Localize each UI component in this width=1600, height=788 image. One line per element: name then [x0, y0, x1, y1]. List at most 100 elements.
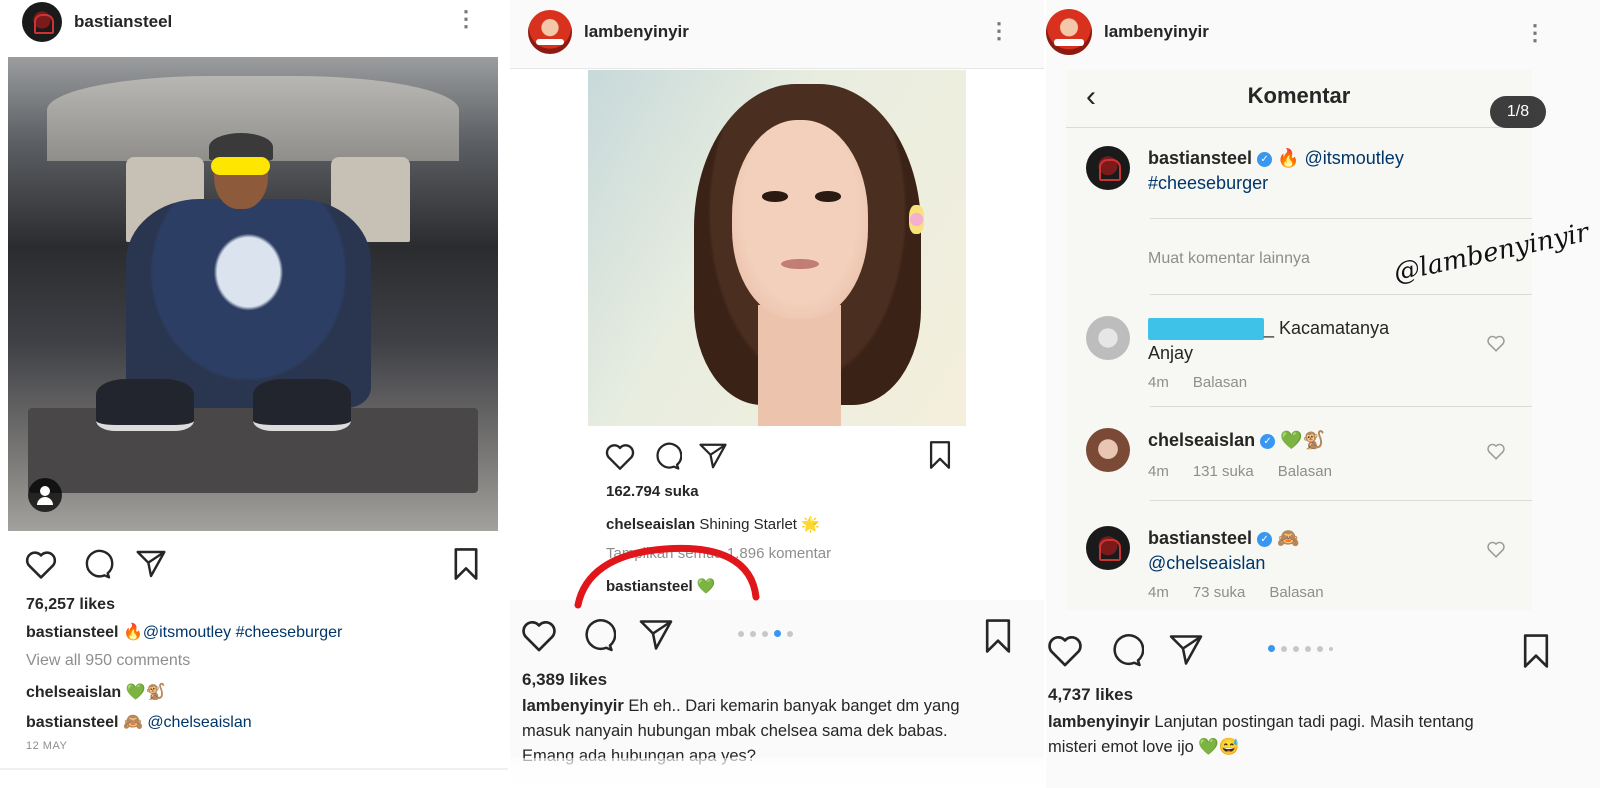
likes-count[interactable]: 76,257 likes — [26, 596, 115, 614]
panel-lambenyinyir-post-2: lambenyinyir ⋮ ‹ Komentar 1/8 bastianste… — [1046, 0, 1600, 788]
pager-dot — [750, 630, 756, 637]
avatar[interactable] — [528, 10, 572, 54]
comment-icon[interactable] — [80, 548, 114, 580]
share-icon[interactable] — [1168, 632, 1204, 668]
caption-text[interactable]: @itsmoutley #cheeseburger — [143, 624, 342, 641]
like-comment-icon[interactable] — [1486, 442, 1506, 460]
likes-count[interactable]: 4,737 likes — [1048, 685, 1133, 705]
comments-screenshot: ‹ Komentar 1/8 bastiansteel ✓ 🔥 @itsmout… — [1066, 70, 1591, 610]
avatar[interactable] — [22, 2, 62, 42]
heart-icon[interactable] — [24, 548, 58, 580]
reply-link[interactable]: Balasan — [1269, 584, 1323, 601]
caption: bastiansteel 🔥@itsmoutley #cheeseburger — [26, 622, 342, 642]
carousel-pager — [1268, 645, 1333, 652]
comment-time: 4m — [1148, 584, 1169, 601]
view-all-comments-link[interactable]: View all 950 comments — [26, 652, 190, 670]
more-icon[interactable]: ⋮ — [988, 20, 1010, 42]
caption-username[interactable]: lambenyinyir — [522, 697, 624, 715]
comment-hashtag[interactable]: #cheeseburger — [1148, 171, 1404, 196]
comment-username[interactable]: bastiansteel — [26, 714, 118, 731]
comment-time: 4m — [1148, 374, 1169, 391]
bookmark-icon[interactable] — [452, 548, 480, 580]
comment-username[interactable]: bastiansteel — [1148, 528, 1252, 548]
comment-username[interactable]: chelseaislan — [1148, 430, 1255, 450]
comment-emoji: 🙈 — [122, 714, 143, 731]
pager-dot — [1293, 645, 1299, 652]
bookmark-icon[interactable] — [984, 619, 1012, 653]
embedded-screenshot: 162.794 suka chelseaislan Shining Starle… — [510, 69, 1044, 609]
caption-username[interactable]: bastiansteel — [26, 624, 118, 641]
avatar[interactable] — [1086, 316, 1130, 360]
comment-icon[interactable] — [1108, 632, 1144, 668]
carousel-counter: 1/8 — [1490, 96, 1546, 128]
pager-dot — [1329, 646, 1333, 651]
divider — [1150, 218, 1532, 219]
like-comment-icon[interactable] — [1486, 540, 1506, 558]
verified-icon: ✓ — [1257, 532, 1273, 547]
bookmark-icon[interactable] — [928, 441, 952, 469]
post-header: lambenyinyir — [510, 8, 1044, 56]
avatar[interactable] — [1086, 146, 1130, 190]
reply-link[interactable]: Balasan — [1278, 463, 1332, 480]
more-icon[interactable]: ⋮ — [455, 8, 477, 30]
heart-icon[interactable] — [1046, 632, 1084, 668]
pager-dot — [1317, 645, 1323, 652]
divider — [1150, 406, 1532, 407]
comment-mention[interactable]: @chelseaislan — [1148, 551, 1348, 576]
comment-icon[interactable] — [652, 441, 682, 471]
comment-text: _ Kacamatanya — [1264, 318, 1390, 338]
bookmark-icon[interactable] — [1522, 634, 1550, 668]
post-header: bastiansteel — [0, 0, 508, 44]
embedded-photo[interactable] — [588, 70, 966, 426]
user-tag-icon[interactable] — [28, 478, 62, 512]
load-more-comments[interactable]: Muat komentar lainnya — [1148, 250, 1310, 268]
caption-line: misteri emot love ijo 💚😅 — [1048, 738, 1240, 756]
caption-username[interactable]: lambenyinyir — [1048, 713, 1150, 731]
panel-bastiansteel-post: bastiansteel ⋮ 76,257 likes bastiansteel… — [0, 0, 508, 788]
comments-title: Komentar — [1247, 83, 1351, 108]
comment-mention[interactable]: @chelseaislan — [147, 714, 251, 731]
post-date: 12 MAY — [26, 740, 68, 752]
like-comment-icon[interactable] — [1486, 334, 1506, 352]
post-username[interactable]: lambenyinyir — [584, 22, 689, 42]
post-photo[interactable] — [8, 57, 498, 531]
avatar[interactable] — [1086, 428, 1130, 472]
caption-line: lambenyinyir Lanjutan postingan tadi pag… — [1048, 713, 1474, 732]
pager-dot — [1305, 645, 1311, 652]
comment-text: 💚🐒 — [125, 684, 166, 701]
comment-likes[interactable]: 73 suka — [1193, 584, 1246, 601]
more-icon[interactable]: ⋮ — [1524, 22, 1546, 44]
comment-text: 🙈 — [1277, 528, 1300, 548]
verified-icon: ✓ — [1260, 434, 1276, 449]
fire-emoji: 🔥 — [122, 624, 143, 641]
comment-likes[interactable]: 131 suka — [1193, 463, 1254, 480]
avatar[interactable] — [1086, 526, 1130, 570]
pager-dot — [738, 630, 744, 637]
share-icon[interactable] — [134, 548, 168, 580]
share-icon[interactable] — [698, 441, 728, 471]
caption-line: lambenyinyir Eh eh.. Dari kemarin banyak… — [522, 697, 960, 716]
comment-text-line2: Anjay — [1148, 343, 1194, 363]
comment-icon[interactable] — [580, 617, 616, 653]
post-username[interactable]: bastiansteel — [74, 12, 172, 32]
comment-username[interactable]: bastiansteel — [1148, 148, 1252, 168]
embedded-likes-count[interactable]: 162.794 suka — [606, 483, 699, 500]
comment-username[interactable]: chelseaislan — [26, 684, 121, 701]
verified-icon: ✓ — [1257, 152, 1273, 167]
heart-icon[interactable] — [604, 441, 636, 471]
pager-dot — [1281, 645, 1287, 652]
comment-time: 4m — [1148, 463, 1169, 480]
comment-mention[interactable]: @itsmoutley — [1305, 148, 1404, 168]
redacted-username — [1148, 318, 1264, 341]
share-icon[interactable] — [638, 617, 674, 653]
reply-link[interactable]: Balasan — [1193, 374, 1247, 391]
heart-icon[interactable] — [520, 617, 558, 653]
post-username[interactable]: lambenyinyir — [1104, 22, 1209, 42]
pager-dot — [762, 630, 768, 637]
watermark-text: @lambenyinyir — [1391, 217, 1592, 289]
likes-count[interactable]: 6,389 likes — [522, 670, 607, 690]
fade-mask — [510, 758, 1044, 788]
caption-text: Eh eh.. Dari kemarin banyak banget dm ya… — [628, 697, 960, 715]
avatar[interactable] — [1046, 9, 1092, 55]
caption-line: masuk nanyain hubungan mbak chelsea sama… — [522, 722, 948, 740]
